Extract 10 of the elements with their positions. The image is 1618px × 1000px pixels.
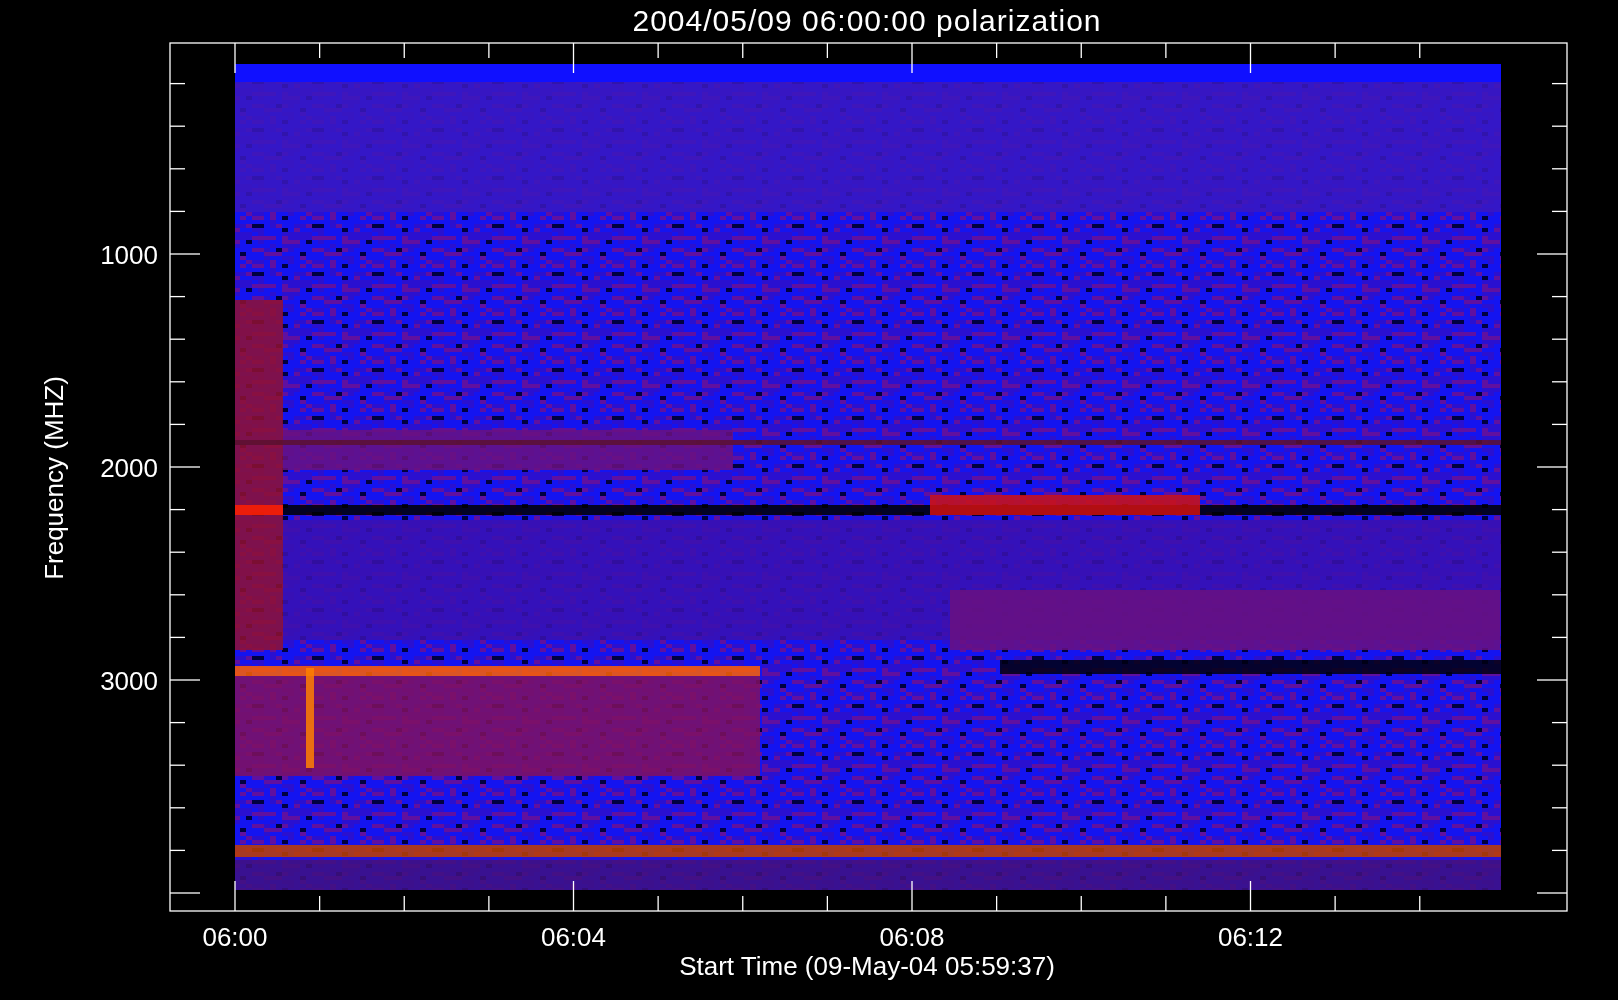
x-axis-label: Start Time (09-May-04 05:59:37) [679,951,1055,981]
y-axis-label: Frequency (MHZ) [39,376,69,580]
y-tick-label: 2000 [100,453,158,483]
x-tick-label: 06:08 [879,922,945,952]
y-tick-label: 1000 [100,240,158,270]
x-tick-label: 06:12 [1217,922,1284,952]
plot-title: 2004/05/09 06:00:00 polarization [632,4,1102,37]
x-tick-label: 06:04 [540,922,607,952]
x-tick-label: 06:00 [202,922,268,952]
y-tick-label: 3000 [100,666,158,696]
